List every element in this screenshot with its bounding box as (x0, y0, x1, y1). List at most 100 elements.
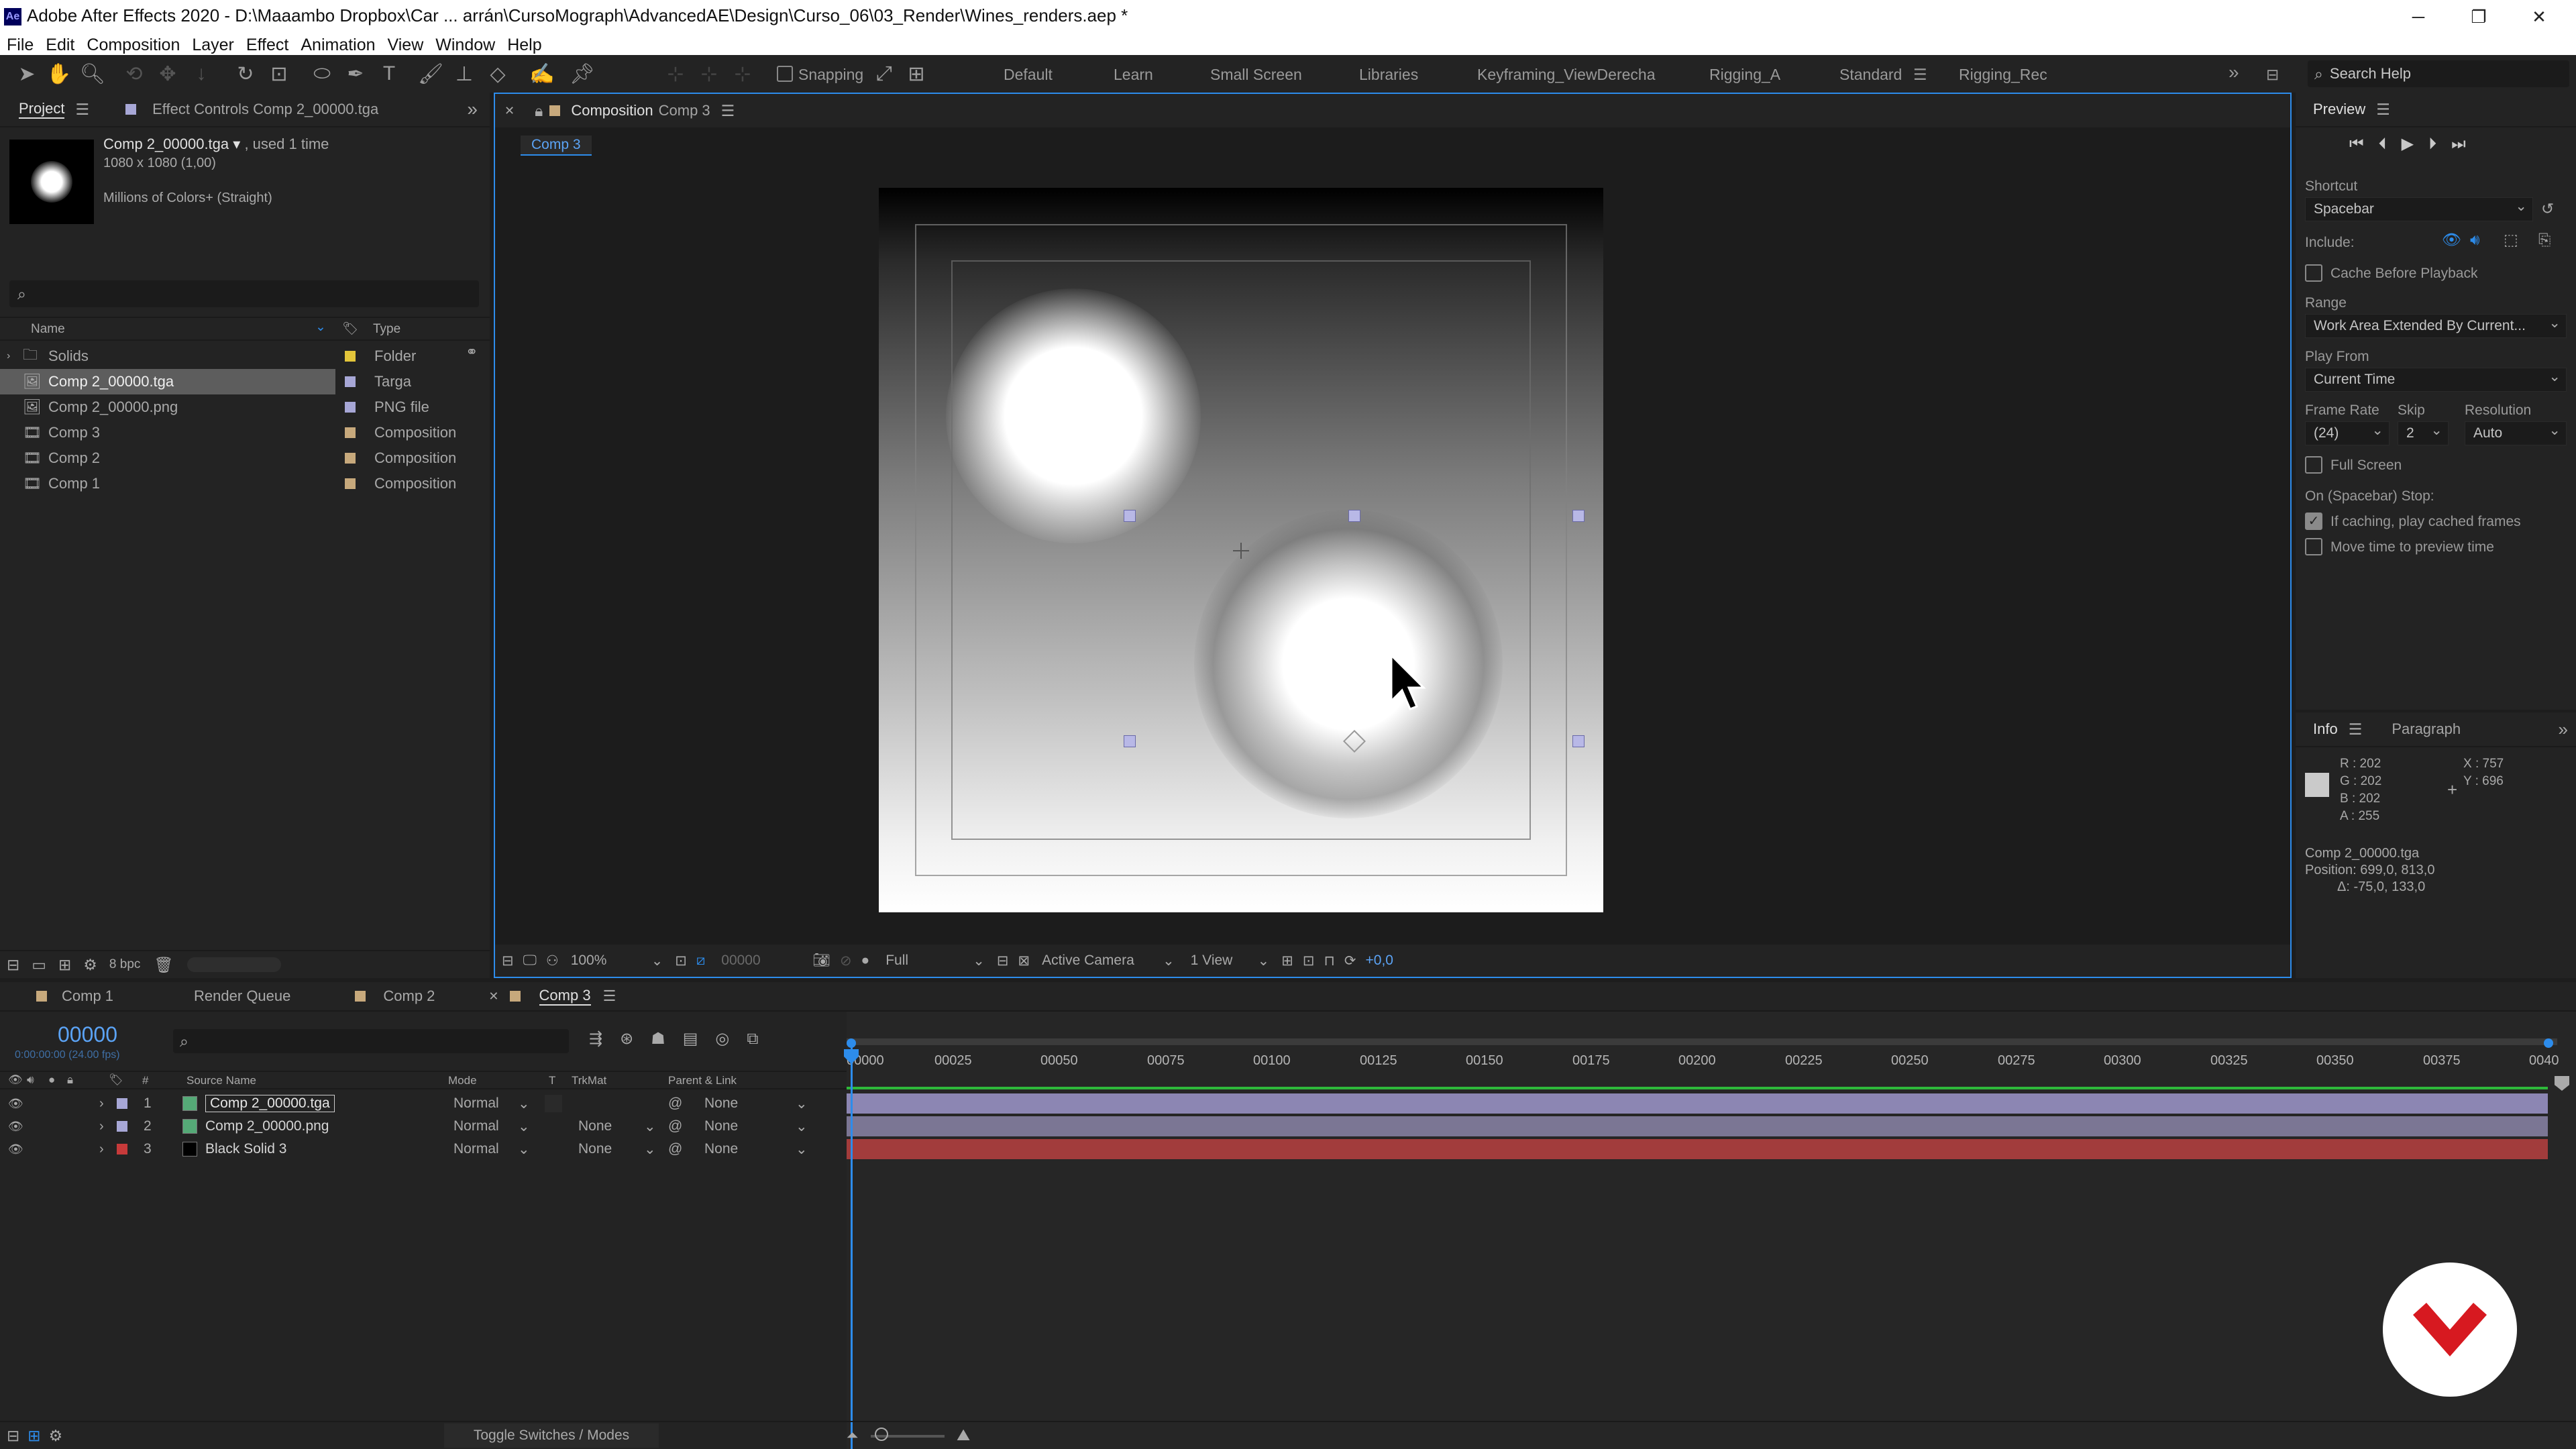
orbit-camera-icon[interactable]: ⟲ (119, 59, 149, 89)
parent-dropdown[interactable]: None (704, 1095, 738, 1112)
project-item[interactable]: 🎞︎ Comp 1 Composition (0, 471, 490, 496)
layer-handle[interactable] (1348, 510, 1360, 522)
sync-settings-icon[interactable]: ⊟ (2266, 66, 2279, 84)
parent-dropdown[interactable]: None (704, 1118, 738, 1134)
roto-brush-icon[interactable]: ✍ (527, 59, 557, 89)
time-ruler[interactable]: 00000 00025 00050 00075 00100 00125 00150 00175… (847, 1046, 2576, 1077)
pen-tool-icon[interactable]: ✒ (341, 59, 370, 89)
expand-chevron-icon[interactable]: › (99, 1119, 104, 1134)
local-axis-icon[interactable]: ⊹ (661, 59, 690, 89)
column-name[interactable]: Name (31, 322, 65, 337)
layer-search-input[interactable]: ⌕ (173, 1029, 569, 1053)
info-panel-menu-icon[interactable]: ☰ (2349, 720, 2363, 739)
include-video-icon[interactable]: 👁︎ (2442, 231, 2461, 249)
project-panel-menu-icon[interactable]: ☰ (75, 101, 89, 119)
show-snapshot-icon[interactable]: ⊘ (840, 953, 852, 969)
lock-icon[interactable]: 🔒︎ (535, 102, 543, 120)
layer-bar-2[interactable] (847, 1116, 2548, 1136)
expand-chevron-icon[interactable]: › (7, 350, 10, 362)
view-layout-dropdown[interactable]: 1 View (1191, 953, 1258, 969)
timeline-panel-menu-icon[interactable]: ☰ (603, 987, 616, 1005)
flowchart-view-icon[interactable]: ⊓ (1324, 953, 1335, 969)
solo-header-icon[interactable]: ● (48, 1073, 55, 1087)
snapping-checkbox[interactable] (777, 66, 793, 82)
next-frame-icon[interactable]: ⏵ (2428, 135, 2436, 154)
close-tab-icon[interactable]: ✕ (504, 104, 515, 118)
pick-whip-icon[interactable]: @ (668, 1118, 682, 1134)
layer-handle[interactable] (1572, 510, 1585, 522)
tab-info[interactable]: Info (2313, 720, 2338, 738)
reset-shortcut-icon[interactable]: ↺ (2541, 200, 2554, 218)
trkmat-header[interactable]: TrkMat (572, 1074, 606, 1087)
exposure-value[interactable]: +0,0 (1366, 953, 1393, 969)
workspace-small-screen[interactable]: Small Screen (1210, 66, 1302, 84)
layer-row[interactable]: 👁︎ › 2 Comp 2_00000.png Normal ⌄ None ⌄ @ None ⌄ (0, 1115, 847, 1138)
frame-blending-icon[interactable]: ▤ (683, 1029, 698, 1049)
comp-end-marker-icon[interactable] (2555, 1076, 2569, 1091)
workspace-menu-icon[interactable]: ☰ (1913, 66, 1927, 84)
if-caching-checkbox[interactable]: ✓ (2305, 513, 2322, 530)
label-swatch[interactable] (345, 351, 356, 362)
transfer-controls-icon[interactable]: ⊞ (28, 1427, 40, 1445)
label-header-icon[interactable]: 🏷︎ (109, 1073, 123, 1087)
layer-handle[interactable] (1572, 735, 1585, 747)
work-area-bar[interactable] (847, 1038, 2557, 1045)
layer-bar-3[interactable] (847, 1139, 2548, 1159)
layer-label-swatch[interactable] (117, 1144, 127, 1155)
t-header[interactable]: T (549, 1074, 555, 1087)
expand-chevron-icon[interactable]: › (99, 1096, 104, 1112)
zoom-tool-icon[interactable]: 🔍︎ (78, 59, 107, 89)
tab-preview[interactable]: Preview (2313, 101, 2365, 118)
label-swatch[interactable] (345, 478, 356, 489)
more-workspaces-icon[interactable]: » (2229, 62, 2239, 83)
play-icon[interactable]: ▶ (2402, 134, 2414, 154)
hand-tool-icon[interactable]: ✋ (44, 59, 74, 89)
project-item[interactable]: 🎞︎ Comp 2 Composition (0, 445, 490, 471)
eraser-tool-icon[interactable]: ◇ (483, 59, 513, 89)
tab-paragraph[interactable]: Paragraph (2392, 720, 2461, 738)
rotation-tool-icon[interactable]: ↻ (231, 59, 260, 89)
workspace-libraries[interactable]: Libraries (1359, 66, 1418, 84)
resolution-dropdown[interactable]: Full (885, 953, 973, 969)
workspace-standard[interactable]: Standard (1839, 66, 1902, 84)
layer-label-swatch[interactable] (117, 1121, 127, 1132)
play-from-dropdown[interactable]: Current Time (2305, 368, 2567, 392)
motion-blur-icon[interactable]: ◎ (715, 1029, 729, 1049)
thumbnail-size-slider[interactable] (186, 957, 281, 972)
label-swatch[interactable] (345, 427, 356, 438)
always-preview-icon[interactable]: ⊟ (502, 953, 514, 969)
lock-header-icon[interactable]: 🔒︎ (67, 1073, 73, 1087)
workspace-rigging-a[interactable]: Rigging_A (1709, 66, 1780, 84)
tab-composition[interactable]: Composition (571, 102, 653, 119)
resolution-dropdown[interactable]: Auto (2465, 421, 2567, 445)
composition-mini-flowchart-icon[interactable]: ⇶ (589, 1029, 602, 1049)
first-frame-icon[interactable]: ⏮ (2349, 135, 2364, 154)
layer-label-swatch[interactable] (117, 1098, 127, 1109)
puppet-pin-icon[interactable]: 📌︎ (568, 59, 597, 89)
tab-comp-3[interactable]: Comp 3 (539, 987, 591, 1006)
track-matte-dropdown[interactable]: None (578, 1141, 612, 1157)
pick-whip-icon[interactable]: @ (668, 1095, 682, 1112)
snapshot-icon[interactable]: 📷︎ (812, 953, 830, 969)
video-switch-header-icon[interactable]: 👁︎ (8, 1073, 23, 1087)
column-type[interactable]: Type (373, 322, 400, 337)
audio-switch-header-icon[interactable]: 🔊︎ (27, 1073, 34, 1087)
sort-chevron-icon[interactable]: ⌄ (315, 319, 326, 335)
layer-row[interactable]: 👁︎ › 3 Black Solid 3 Normal ⌄ None ⌄ @ None ⌄ (0, 1138, 847, 1161)
eye-icon[interactable]: 👁︎ (8, 1120, 23, 1134)
draft-3d-icon[interactable]: ⊡ (1303, 953, 1315, 969)
toggle-pixel-aspect-icon[interactable]: ⊞ (1281, 953, 1293, 969)
mode-dropdown[interactable]: Normal (453, 1118, 499, 1134)
in-out-icon[interactable]: ⚙︎ (49, 1427, 63, 1445)
pan-camera-icon[interactable]: ✥ (153, 59, 182, 89)
layer-handle[interactable] (1124, 510, 1136, 522)
composition-canvas[interactable] (879, 188, 1603, 912)
new-composition-icon[interactable]: ⊞ (58, 956, 71, 974)
flowchart-icon[interactable]: ⚙︎ (83, 956, 97, 974)
layer-switches-icon[interactable]: ⊟ (7, 1427, 19, 1445)
ellipse-tool-icon[interactable]: ⬭ (307, 59, 337, 89)
project-item[interactable]: › 🗀︎ Solids Folder (0, 343, 490, 369)
skip-dropdown[interactable]: 2 (2398, 421, 2449, 445)
label-swatch[interactable] (345, 376, 356, 387)
reset-exposure-icon[interactable]: ⟳ (1344, 953, 1356, 969)
